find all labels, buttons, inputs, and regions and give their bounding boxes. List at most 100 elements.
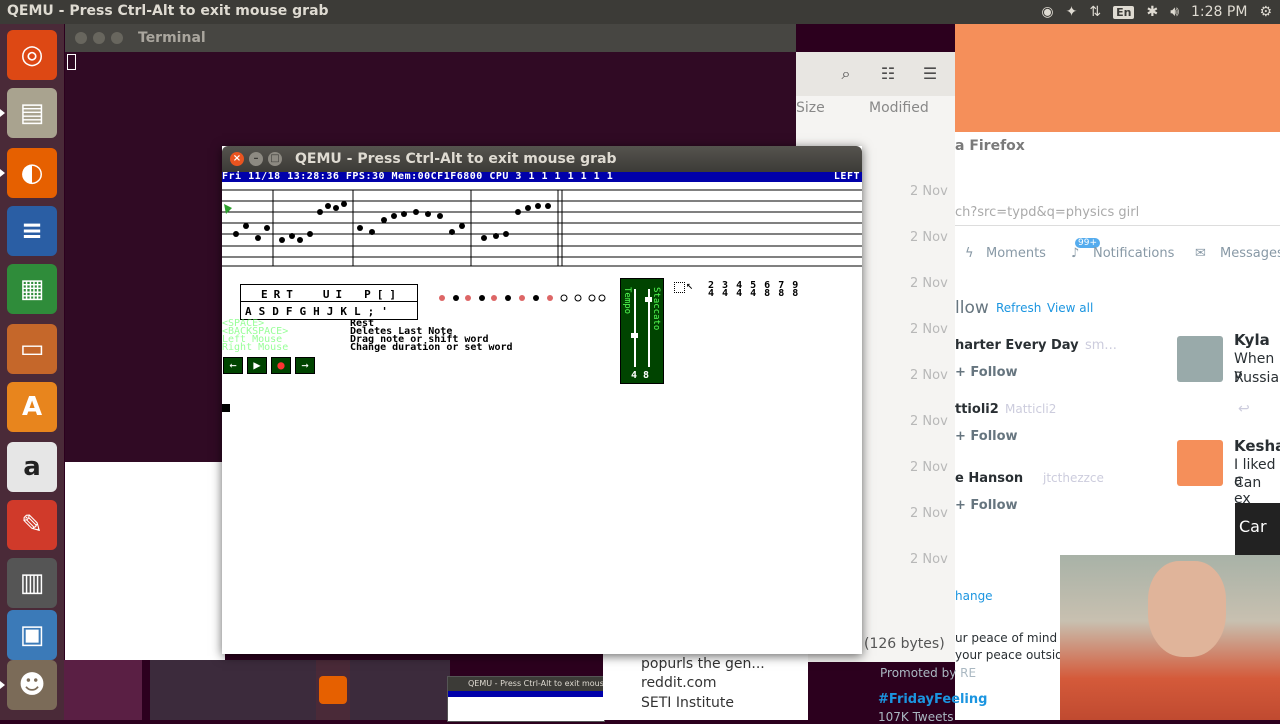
staccato-slider-handle[interactable] — [645, 297, 652, 302]
firefox-icon[interactable]: ◐ — [7, 148, 57, 198]
ubuntu-icon[interactable]: ◎ — [7, 30, 57, 80]
time-signature-options[interactable]: 2 3 4 5 6 7 9 4 4 4 4 8 8 8 — [708, 281, 799, 299]
piano-key[interactable]: ' — [381, 305, 388, 318]
impress-icon[interactable]: ▭ — [7, 324, 57, 374]
play-button[interactable]: ▶ — [247, 357, 267, 374]
promoted-by: Promoted by RE — [880, 666, 977, 680]
music-staff[interactable] — [222, 182, 862, 272]
launcher-fragment — [316, 660, 350, 720]
follow-button[interactable]: + Follow — [955, 429, 1018, 444]
piano-key[interactable]: R — [274, 288, 281, 301]
files-icon[interactable]: ▤ — [7, 88, 57, 138]
clock[interactable]: 1:28 PM — [1191, 4, 1247, 20]
notifications-link[interactable]: Notifications — [1093, 246, 1174, 261]
amazon-icon[interactable]: a — [7, 442, 57, 492]
tempo-slider-track[interactable] — [634, 289, 636, 367]
change-location-link[interactable]: hange — [955, 589, 993, 603]
piano-key[interactable]: D — [272, 305, 279, 318]
trend-hashtag[interactable]: #FridayFeeling — [878, 692, 987, 707]
tweet-author[interactable]: Kyla — [1234, 331, 1270, 349]
column-modified[interactable]: Modified — [869, 100, 929, 116]
piano-key[interactable]: S — [259, 305, 266, 318]
arrow-pointer-icon[interactable]: ↖ — [686, 278, 693, 292]
software-center-icon[interactable]: A — [7, 382, 57, 432]
network-icon[interactable]: ⇅ — [1089, 4, 1101, 20]
window-title: a Firefox — [955, 138, 1025, 154]
qemu-window[interactable]: × – □ QEMU - Press Ctrl-Alt to exit mous… — [222, 146, 862, 654]
qemu-titlebar[interactable]: × – □ QEMU - Press Ctrl-Alt to exit mous… — [222, 146, 862, 172]
piano-key[interactable]: A — [245, 305, 252, 318]
writer-icon[interactable]: ≡ — [7, 206, 57, 256]
vm-screen[interactable]: Fri 11/18 13:28:36 FPS:30 Mem:00CF1F6800… — [222, 172, 862, 654]
piano-key[interactable]: P — [364, 288, 371, 301]
bookmark-item[interactable]: SETI Institute — [641, 695, 734, 711]
piano-key[interactable]: U — [323, 288, 330, 301]
gimp-icon[interactable]: ☻ — [7, 660, 57, 710]
suggestion-name[interactable]: harter Every Day — [955, 338, 1079, 353]
dropbox-icon[interactable]: ✦ — [1066, 4, 1078, 20]
forward-button[interactable]: → — [295, 357, 315, 374]
search-icon[interactable]: ⌕ — [831, 60, 861, 88]
promoted-text: your peace outside — [955, 648, 1071, 662]
bookmark-item[interactable]: reddit.com — [641, 675, 717, 691]
menu-icon[interactable]: ☰ — [915, 60, 945, 88]
tempo-staccato-sliders[interactable]: Tempo Staccato 4 8 — [620, 278, 664, 384]
media-card[interactable]: Car — [1235, 503, 1280, 555]
bookmark-item[interactable]: popurls the gen... — [641, 656, 765, 672]
suggestion-name[interactable]: ttioli2 — [955, 402, 999, 417]
messages-link[interactable]: Messages — [1220, 246, 1280, 261]
keyboard-layout-indicator[interactable]: En — [1113, 5, 1135, 19]
steam-icon[interactable]: ◉ — [1041, 4, 1053, 20]
column-size[interactable]: Size — [796, 100, 825, 116]
piano-key[interactable]: J — [327, 305, 334, 318]
text-cursor — [222, 404, 230, 412]
piano-key[interactable]: T — [286, 288, 293, 301]
maximize-icon[interactable] — [111, 32, 123, 44]
stack-icon[interactable]: ▥ — [7, 558, 57, 608]
tweet-text: Russian — [1234, 370, 1280, 386]
record-button[interactable]: ● — [271, 357, 291, 374]
terminal-cursor — [67, 54, 76, 70]
bookmarks-menu[interactable]: popurls the gen... reddit.com SETI Insti… — [603, 652, 808, 720]
view-toggle-icon[interactable]: ☷ — [873, 60, 903, 88]
piano-key[interactable]: H — [313, 305, 320, 318]
tweet-author[interactable]: Keshav — [1234, 437, 1280, 455]
drawer-icon[interactable]: ▣ — [7, 610, 57, 660]
rewind-button[interactable]: ← — [223, 357, 243, 374]
view-all-link[interactable]: View all — [1047, 301, 1093, 315]
piano-key[interactable]: G — [300, 305, 307, 318]
moments-link[interactable]: Moments — [986, 246, 1046, 261]
note-duration-palette[interactable] — [436, 284, 606, 306]
suggestion-name[interactable]: e Hanson — [955, 471, 1023, 486]
refresh-link[interactable]: Refresh — [996, 301, 1041, 315]
piano-key[interactable]: F — [286, 305, 293, 318]
close-icon[interactable] — [75, 32, 87, 44]
volume-icon[interactable]: 🔊︎ — [1170, 4, 1179, 20]
reply-icon[interactable]: ↩ — [1238, 401, 1250, 417]
calc-icon[interactable]: ▦ — [7, 264, 57, 314]
close-icon[interactable]: × — [230, 152, 244, 166]
piano-key[interactable]: ] — [389, 288, 396, 301]
avatar[interactable] — [1177, 336, 1223, 382]
tool-icon[interactable]: ✎ — [7, 500, 57, 550]
bluetooth-icon[interactable]: ✱ — [1146, 4, 1158, 20]
piano-keyboard[interactable]: E R T U I P [ ] A S D F G H J K L ; ' — [240, 284, 418, 320]
piano-key[interactable]: [ — [377, 288, 384, 301]
piano-key[interactable]: K — [340, 305, 347, 318]
avatar[interactable] — [1177, 440, 1223, 486]
gear-icon[interactable]: ⚙ — [1259, 4, 1272, 20]
piano-key[interactable]: I — [336, 288, 343, 301]
follow-button[interactable]: + Follow — [955, 498, 1018, 513]
follow-button[interactable]: + Follow — [955, 365, 1018, 380]
status-text: Fri 11/18 13:28:36 FPS:30 Mem:00CF1F6800… — [222, 171, 614, 182]
piano-key[interactable]: L — [354, 305, 361, 318]
selection-box-icon[interactable] — [674, 282, 685, 293]
piano-key[interactable]: ; — [368, 305, 375, 318]
tempo-slider-handle[interactable] — [631, 333, 638, 338]
minimize-icon[interactable]: – — [249, 152, 263, 166]
maximize-icon[interactable]: □ — [268, 152, 282, 166]
minimize-icon[interactable] — [93, 32, 105, 44]
piano-key[interactable]: E — [261, 288, 268, 301]
url-bar[interactable]: ch?src=typd&q=physics girl — [955, 201, 1280, 226]
terminal-titlebar[interactable]: Terminal — [65, 24, 796, 52]
